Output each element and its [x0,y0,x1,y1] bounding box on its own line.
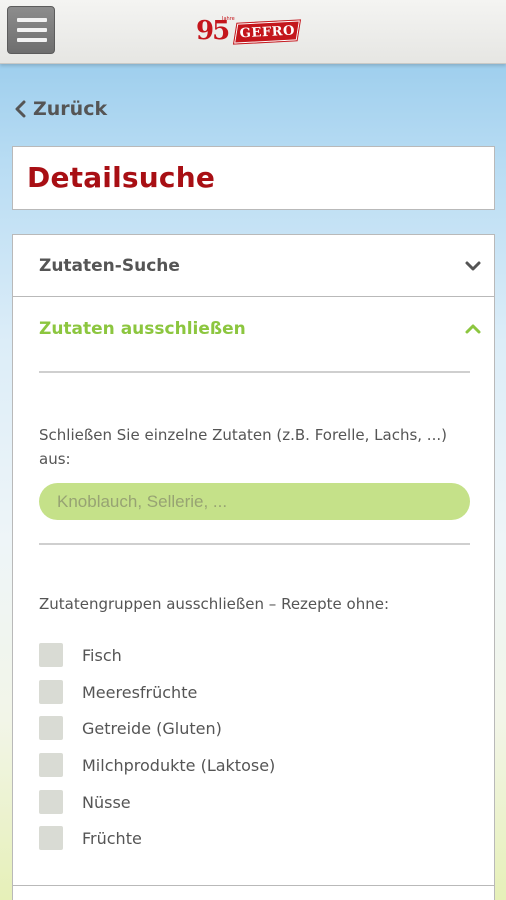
checkbox[interactable] [39,753,63,777]
chevron-down-icon [465,261,481,270]
groups-label: Zutatengruppen ausschließen – Rezepte oh… [39,595,390,613]
checkbox-row-fruechte[interactable]: Früchte [39,826,142,850]
hamburger-icon [17,18,47,22]
checkbox[interactable] [39,826,63,850]
checkbox-label: Milchprodukte (Laktose) [82,755,276,775]
checkbox-row-fisch[interactable]: Fisch [39,643,122,667]
logo-small-text: Jahre [222,16,235,22]
divider [39,371,470,373]
accordion-label: Zutaten-Suche [39,255,180,276]
top-bar: 95 Jahre GEFRO [0,0,506,64]
page-title-box: Detailsuche [12,146,495,210]
checkbox[interactable] [39,716,63,740]
checkbox[interactable] [39,790,63,814]
chevron-up-icon [465,324,481,334]
back-label: Zurück [33,98,108,120]
accordion-zutaten-suche[interactable]: Zutaten-Suche [13,235,494,297]
hamburger-line [17,28,47,32]
exclude-ingredients-input[interactable] [39,483,470,520]
accordion-label: Zutaten ausschließen [39,319,246,339]
checkbox-row-nuesse[interactable]: Nüsse [39,790,131,814]
checkbox-row-getreide[interactable]: Getreide (Gluten) [39,716,222,740]
divider [13,885,494,886]
menu-button[interactable] [7,6,55,54]
logo-brand-badge: GEFRO [233,19,301,45]
accordion-zutaten-ausschliessen[interactable]: Zutaten ausschließen [13,298,494,360]
checkbox-label: Meeresfrüchte [82,682,198,702]
checkbox[interactable] [39,680,63,704]
divider [39,543,470,545]
gefro-logo[interactable]: 95 Jahre GEFRO [196,14,304,48]
search-panel: Zutaten-Suche Zutaten ausschließen Schli… [12,234,495,900]
checkbox-label: Getreide (Gluten) [82,718,222,738]
checkbox-row-meeresfruechte[interactable]: Meeresfrüchte [39,680,197,704]
exclude-description: Schließen Sie einzelne Zutaten (z.B. For… [39,426,447,468]
page-title: Detailsuche [27,161,216,194]
chevron-left-icon [15,100,26,118]
checkbox[interactable] [39,643,63,667]
logo-brand-text: GEFRO [238,23,296,41]
checkbox-label: Früchte [82,828,142,848]
hamburger-line [17,38,47,42]
back-link[interactable]: Zurück [14,96,107,122]
checkbox-row-milchprodukte[interactable]: Milchprodukte (Laktose) [39,753,275,777]
checkbox-label: Nüsse [82,792,131,812]
checkbox-label: Fisch [82,645,122,665]
